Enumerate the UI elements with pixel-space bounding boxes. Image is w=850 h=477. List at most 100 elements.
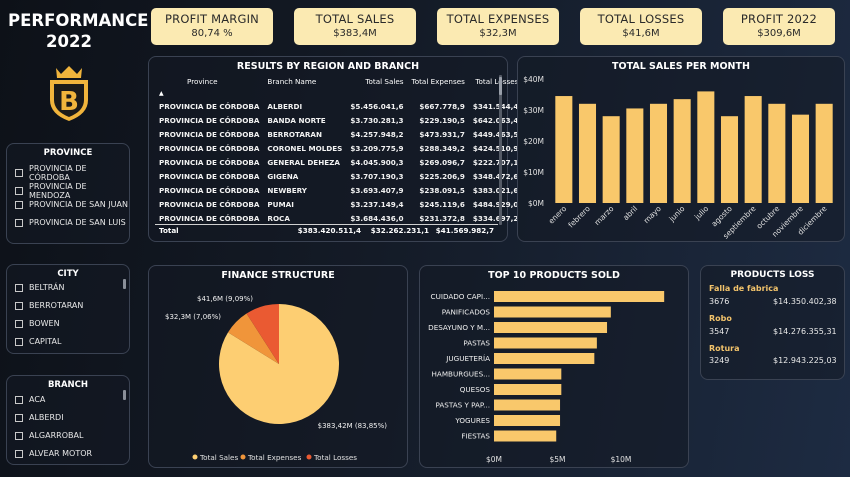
- cell-total-losses: $449.463,5: [472, 129, 519, 139]
- checkbox[interactable]: [15, 431, 23, 440]
- table-row[interactable]: PROVINCIA DE CÓRDOBA PUMAI $3.237.149,4 $24…: [155, 197, 522, 211]
- loss-reason-value: $14.276.355,31: [773, 327, 837, 336]
- products-loss-panel: PRODUCTS LOSS Falla de fabrica 3676 $14.…: [700, 265, 845, 380]
- table-row[interactable]: PROVINCIA DE CÓRDOBA CORONEL MOLDES $3.209…: [155, 141, 522, 155]
- slicer-item-san-luis[interactable]: PROVINCIA DE SAN LUIS: [15, 218, 126, 227]
- scrollbar[interactable]: [123, 390, 126, 400]
- slicer-item-mendoza[interactable]: PROVINCIA DE MENDOZA: [15, 182, 129, 200]
- y-tick-label: FIESTAS: [461, 432, 490, 441]
- bar: [494, 353, 595, 364]
- total-expenses: $32.262.231,1: [370, 226, 429, 235]
- cell-total-sales: $3.209.775,9: [350, 143, 404, 153]
- cell-branch: ROCA: [267, 213, 290, 223]
- checkbox[interactable]: [15, 169, 23, 177]
- legend-swatch: [192, 454, 198, 460]
- table-scrollbar-track[interactable]: [499, 75, 502, 225]
- slicer-item-label: ACA: [29, 395, 46, 404]
- x-tick-label: mayo: [642, 204, 663, 225]
- cell-total-losses: $222.707,1: [472, 157, 519, 167]
- cell-total-expenses: $231.372,8: [419, 213, 465, 223]
- column-header-province[interactable]: Province: [155, 75, 263, 87]
- loss-reason-qty: 3249: [709, 356, 730, 365]
- cell-province: PROVINCIA DE CÓRDOBA: [159, 185, 260, 195]
- bar: [720, 116, 739, 203]
- checkbox[interactable]: [15, 283, 23, 292]
- y-tick-label: $20M: [523, 137, 544, 146]
- table-row[interactable]: PROVINCIA DE CÓRDOBA GIGENA $3.707.190,3 $2…: [155, 169, 522, 183]
- bar: [768, 103, 786, 203]
- slicer-item-beltran[interactable]: BELTRÁN: [15, 283, 64, 292]
- sort-ascending-icon[interactable]: ▲: [155, 87, 263, 99]
- slicer-item-capital[interactable]: CAPITAL: [15, 337, 61, 346]
- results-table: Province Branch Name Total Sales Total E…: [155, 75, 522, 225]
- bar: [494, 430, 557, 442]
- top-products-chart: CUIDADO CAPI... PANIFICADOS DESAYUNO Y M..…: [428, 291, 665, 464]
- bar: [791, 114, 810, 203]
- checkbox[interactable]: [15, 413, 23, 422]
- total-label: Total: [159, 226, 179, 235]
- slicer-item-cordoba[interactable]: PROVINCIA DE CÓRDOBA: [15, 164, 129, 182]
- cell-branch: BERROTARAN: [267, 129, 322, 139]
- cell-total-sales: $3.730.281,3: [350, 115, 404, 125]
- slicer-item-alvear-motor[interactable]: ALVEAR MOTOR: [15, 449, 92, 458]
- cell-total-losses: $642.063,4: [472, 115, 519, 125]
- column-header-total-sales[interactable]: Total Sales: [346, 75, 407, 87]
- slicer-item-alberdi[interactable]: ALBERDI: [15, 413, 64, 422]
- table-row[interactable]: PROVINCIA DE CÓRDOBA NEWBERY $3.693.407,9 $…: [155, 183, 522, 197]
- kpi-value: $383,4M: [333, 28, 377, 39]
- scrollbar[interactable]: [123, 279, 126, 289]
- x-tick-label: abril: [621, 204, 639, 222]
- x-tick-label: enero: [547, 204, 569, 226]
- table-row[interactable]: PROVINCIA DE CÓRDOBA ALBERDI $5.456.041,6 $…: [155, 99, 522, 113]
- column-header-branch[interactable]: Branch Name: [263, 75, 346, 87]
- y-tick-label: $0M: [528, 199, 544, 208]
- checkbox[interactable]: [15, 395, 23, 404]
- checkbox[interactable]: [15, 319, 23, 328]
- slicer-item-label: ALGARROBAL: [29, 431, 84, 440]
- y-tick-label: PASTAS Y PAP...: [436, 401, 490, 410]
- cell-total-sales: $3.684.436,0: [350, 213, 404, 223]
- slicer-item-berrotaran[interactable]: BERROTARAN: [15, 301, 83, 310]
- logo-letter: B: [59, 87, 79, 117]
- table-scrollbar-thumb[interactable]: [499, 77, 502, 95]
- legend-swatch: [240, 454, 246, 460]
- checkbox[interactable]: [15, 187, 23, 195]
- slicer-item-algarrobal[interactable]: ALGARROBAL: [15, 431, 83, 440]
- checkbox[interactable]: [15, 301, 23, 310]
- column-header-total-expenses[interactable]: Total Expenses: [408, 75, 469, 87]
- table-row[interactable]: PROVINCIA DE CÓRDOBA ROCA $3.684.436,0 $231…: [155, 211, 522, 225]
- x-tick-label: julio: [692, 204, 710, 222]
- bar: [494, 306, 611, 318]
- checkbox[interactable]: [15, 218, 23, 227]
- y-tick-label: CUIDADO CAPI...: [431, 292, 490, 301]
- column-header-total-losses[interactable]: Total Losses: [469, 75, 522, 87]
- cell-total-expenses: $225.206,9: [419, 171, 465, 181]
- loss-reason-name: Rotura: [709, 344, 740, 353]
- cell-total-losses: $484.929,0: [472, 199, 519, 209]
- branch-slicer: BRANCH ACA ALBERDI ALGARROBAL ALVEAR MOT…: [6, 375, 130, 465]
- x-tick-label: junio: [667, 204, 687, 224]
- y-tick-label: HAMBURGUES...: [432, 370, 491, 379]
- y-tick-label: YOGURES: [454, 416, 490, 425]
- bar: [602, 116, 620, 203]
- kpi-total-sales: TOTAL SALES $383,4M: [294, 8, 416, 45]
- slicer-item-bowen[interactable]: BOWEN: [15, 319, 60, 328]
- kpi-label: PROFIT 2022: [740, 12, 818, 26]
- city-slicer: CITY BELTRÁN BERROTARAN BOWEN CAPITAL: [6, 264, 130, 354]
- slice-label: $32,3M (7,06%): [165, 313, 221, 321]
- slicer-item-label: PROVINCIA DE CÓRDOBA: [29, 164, 87, 182]
- table-row[interactable]: PROVINCIA DE CÓRDOBA BANDA NORTE $3.730.28…: [155, 113, 522, 127]
- checkbox[interactable]: [15, 449, 23, 458]
- cell-total-losses: $383.021,6: [472, 185, 519, 195]
- cell-province: PROVINCIA DE CÓRDOBA: [159, 171, 260, 181]
- checkbox[interactable]: [15, 200, 23, 209]
- slicer-title: PROVINCE: [43, 148, 93, 158]
- checkbox[interactable]: [15, 337, 23, 346]
- table-row[interactable]: PROVINCIA DE CÓRDOBA GENERAL DEHEZA $4.045…: [155, 155, 522, 169]
- table-row[interactable]: PROVINCIA DE CÓRDOBA BERROTARAN $4.257.948…: [155, 127, 522, 141]
- kpi-total-losses: TOTAL LOSSES $41,6M: [580, 8, 702, 45]
- cell-province: PROVINCIA DE CÓRDOBA: [159, 115, 260, 125]
- slicer-item-san-juan[interactable]: PROVINCIA DE SAN JUAN: [15, 200, 128, 209]
- bar: [494, 368, 562, 380]
- slicer-item-aca[interactable]: ACA: [15, 395, 45, 404]
